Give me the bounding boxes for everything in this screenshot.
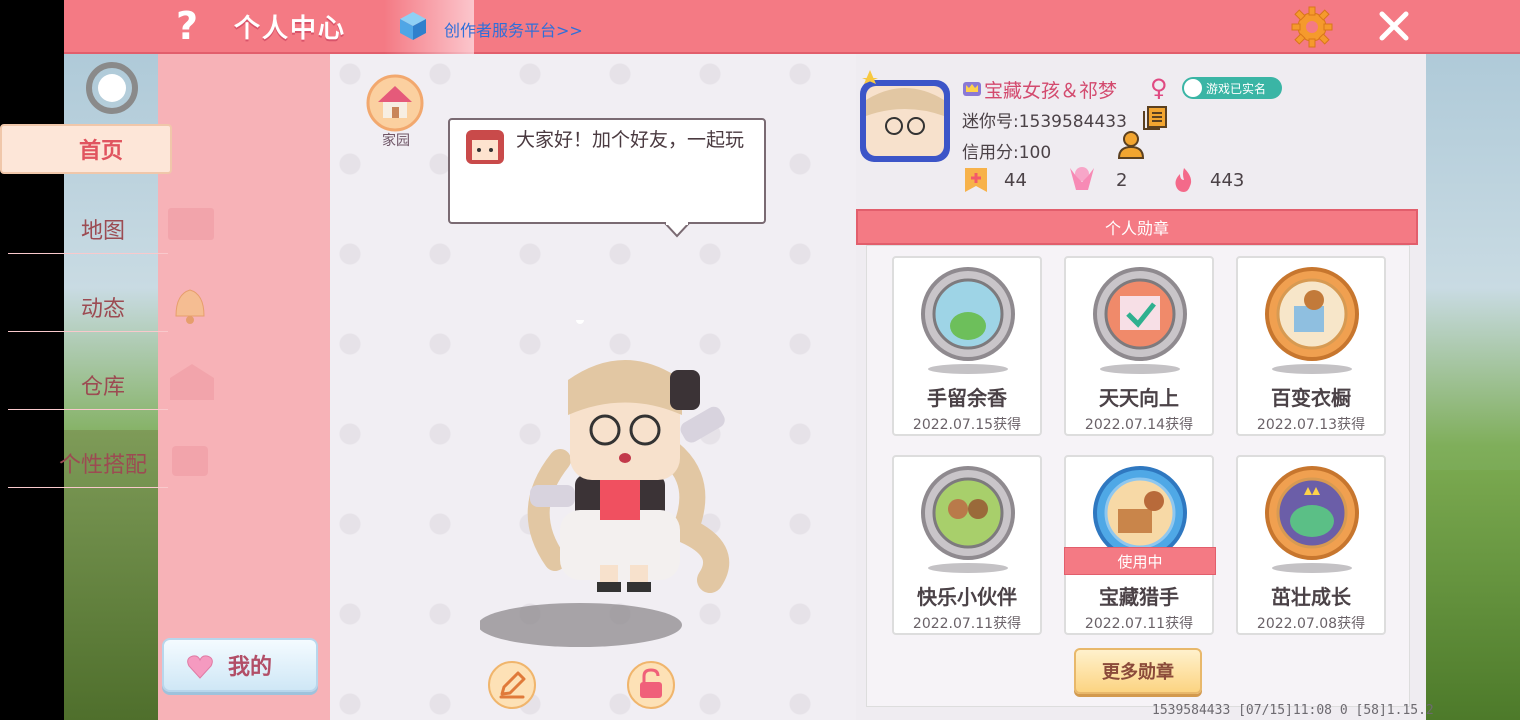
plus-badge-icon: [965, 168, 987, 192]
medal-date: 2022.07.11获得: [912, 616, 1022, 632]
more-medals-button[interactable]: 更多勋章: [1074, 648, 1202, 694]
chat-avatar-icon: [466, 130, 504, 164]
medal-wardrobe-icon: [1265, 267, 1359, 361]
me-button[interactable]: 我的: [162, 638, 318, 692]
creator-platform-link[interactable]: 创作者服务平台>>: [444, 17, 583, 41]
copy-icon[interactable]: [1142, 105, 1168, 131]
username: 宝藏女孩＆祁梦: [984, 80, 1118, 102]
medal-date: 2022.07.13获得: [1256, 417, 1366, 433]
sidebar-item-map[interactable]: 地图: [8, 204, 168, 254]
medal-date: 2022.07.08获得: [1256, 616, 1366, 632]
record-toggle-icon[interactable]: [84, 60, 140, 116]
medal-hand-icon: [921, 267, 1015, 361]
medal-card[interactable]: 茁壮成长 2022.07.08获得: [1236, 455, 1386, 635]
help-button[interactable]: ?: [169, 6, 205, 46]
medal-shadow: [1272, 563, 1352, 573]
medal-name: 天天向上: [1099, 386, 1179, 410]
medal-calendar-icon: [1093, 267, 1187, 361]
medal-name: 百变衣橱: [1271, 386, 1351, 410]
top-bar: ? 个人中心 创作者服务平台>>: [64, 0, 1520, 54]
medal-card[interactable]: 百变衣橱 2022.07.13获得: [1236, 256, 1386, 436]
close-icon[interactable]: [1374, 6, 1414, 46]
medal-date: 2022.07.11获得: [1084, 616, 1194, 632]
sidebar-item-label: 动态: [80, 296, 125, 322]
warehouse-icon: [170, 364, 214, 400]
sidebar-item-label: 首页: [78, 139, 123, 164]
cube-icon[interactable]: [398, 10, 428, 42]
gear-icon[interactable]: [1290, 5, 1334, 49]
realname-badge-label: 游戏已实名: [1206, 81, 1267, 96]
edit-icon[interactable]: [487, 660, 537, 710]
medal-card[interactable]: 天天向上 2022.07.14获得: [1064, 256, 1214, 436]
home-icon[interactable]: [366, 74, 424, 132]
stat-value: 2: [1116, 170, 1128, 191]
friend-request-icon[interactable]: [1116, 130, 1146, 160]
home-label: 家园: [382, 133, 410, 149]
avatar[interactable]: [856, 70, 954, 164]
sidebar-item-outfit[interactable]: 个性搭配: [8, 438, 168, 488]
verified-user-icon: [1184, 79, 1202, 97]
medal-shadow: [928, 364, 1008, 374]
sidebar-item-home[interactable]: 首页: [0, 124, 172, 174]
in-use-badge: 使用中: [1064, 547, 1216, 575]
medal-card[interactable]: 快乐小伙伴 2022.07.11获得: [892, 455, 1042, 635]
sidebar-item-label: 地图: [80, 218, 125, 244]
female-icon: ♀: [1150, 74, 1168, 102]
medal-date: 2022.07.15获得: [912, 417, 1022, 433]
medal-date: 2022.07.14获得: [1084, 417, 1194, 433]
bell-icon: [175, 289, 205, 324]
medal-name: 快乐小伙伴: [917, 585, 1017, 609]
medal-friends-icon: [921, 466, 1015, 560]
medal-name: 茁壮成长: [1271, 585, 1351, 609]
medal-section-header: 个人勋章: [856, 209, 1418, 245]
vip-crown-icon: [963, 82, 981, 96]
unlock-icon[interactable]: [626, 660, 676, 710]
heart-icon: [187, 655, 213, 679]
realname-badge: 游戏已实名: [1182, 77, 1282, 99]
mini-id: 迷你号:1539584433: [962, 112, 1127, 132]
stat-value: 44: [1004, 170, 1027, 191]
likes-icon: [1070, 167, 1094, 190]
me-button-label: 我的: [227, 655, 272, 680]
stat-value: 443: [1210, 170, 1245, 191]
sidebar-item-warehouse[interactable]: 仓库: [8, 360, 168, 410]
background-terrain-right: [1425, 470, 1520, 720]
sidebar-item-label: 个性搭配: [58, 452, 147, 478]
flame-icon: [1175, 168, 1192, 192]
speech-bubble-tail: [664, 222, 690, 238]
bubble-message: 大家好！加个好友，一起玩: [516, 129, 745, 151]
medal-growth-icon: [1265, 466, 1359, 560]
debug-info: 1539584433 [07/15]11:08 0 [58]1.15.2: [1152, 703, 1434, 718]
medal-card[interactable]: 手留余香 2022.07.15获得: [892, 256, 1042, 436]
medal-shadow: [1272, 364, 1352, 374]
medal-name: 手留余香: [927, 386, 1007, 410]
medal-shadow: [1100, 364, 1180, 374]
medal-shadow: [928, 563, 1008, 573]
medal-card[interactable]: 使用中 宝藏猎手 2022.07.11获得: [1064, 455, 1216, 635]
map-icon: [168, 208, 214, 240]
page-title: 个人中心: [234, 14, 347, 44]
player-character[interactable]: [480, 320, 780, 650]
sidebar-item-label: 仓库: [80, 374, 125, 400]
outfit-icon: [172, 446, 208, 476]
medal-name: 宝藏猎手: [1099, 585, 1179, 609]
credit-score: 信用分:100: [962, 143, 1052, 163]
sidebar-item-activity[interactable]: 动态: [8, 282, 168, 332]
